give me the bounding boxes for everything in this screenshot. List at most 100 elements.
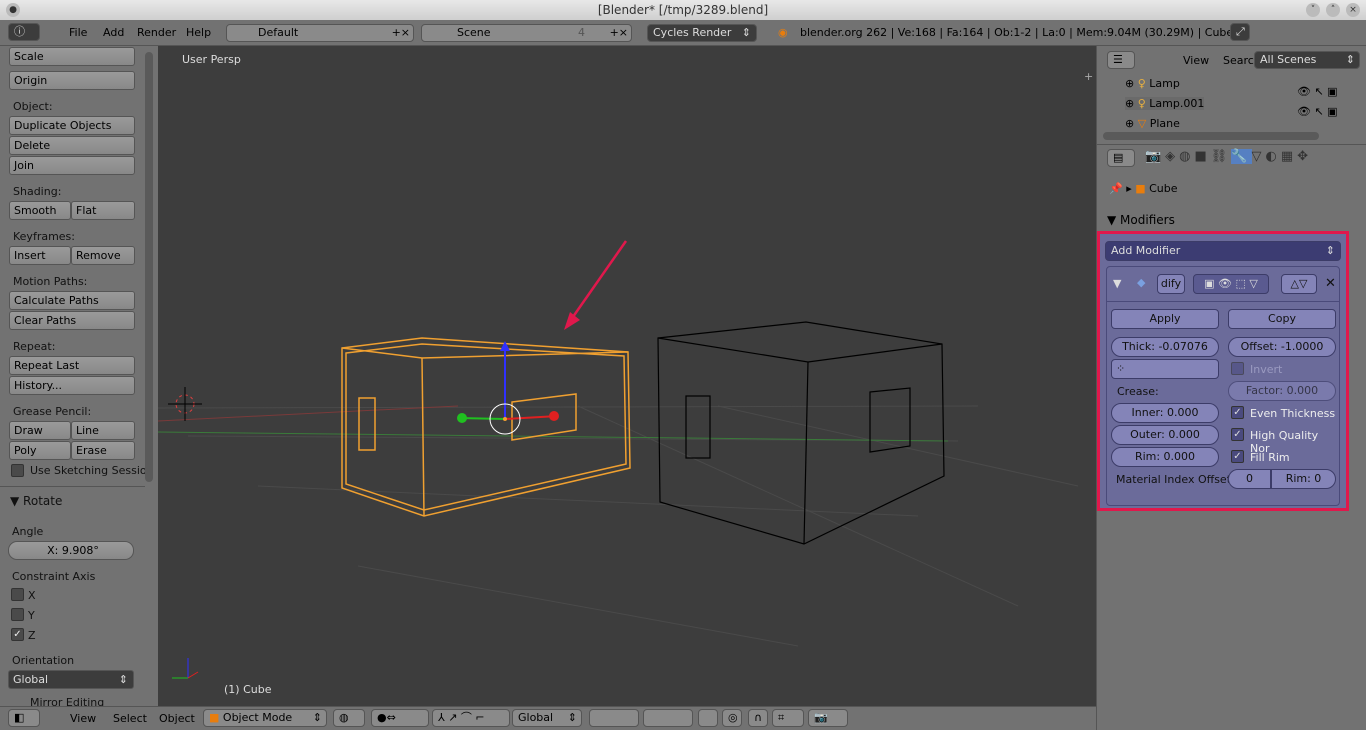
- menu-render[interactable]: Render: [137, 26, 176, 39]
- fill-rim-label: Fill Rim: [1250, 451, 1290, 464]
- app-menu-icon[interactable]: ●: [6, 3, 20, 17]
- outliner-scrollbar[interactable]: [1103, 132, 1319, 140]
- item-label: Lamp.001: [1149, 97, 1205, 110]
- maximize-button[interactable]: ˄: [1326, 3, 1340, 17]
- insert-keyframe-button[interactable]: Insert: [9, 246, 71, 265]
- layers-icon[interactable]: [589, 709, 639, 727]
- minimize-button[interactable]: ˅: [1306, 3, 1320, 17]
- scene-stats: blender.org 262 | Ve:168 | Fa:164 | Ob:1…: [800, 26, 1234, 39]
- flat-button[interactable]: Flat: [71, 201, 135, 220]
- fullscreen-icon[interactable]: ⤢: [1230, 23, 1250, 41]
- axis-x-checkbox[interactable]: [11, 588, 24, 601]
- modifier-name-field[interactable]: dify: [1157, 274, 1185, 294]
- scene-select[interactable]: Scene 4 +×: [421, 24, 632, 42]
- delete-button[interactable]: Delete: [9, 136, 135, 155]
- smooth-button[interactable]: Smooth: [9, 201, 71, 220]
- rim-crease-field[interactable]: Rim: 0.000: [1111, 447, 1219, 467]
- scale-button[interactable]: Scale: [9, 47, 135, 66]
- axis-y-checkbox[interactable]: [11, 608, 24, 621]
- scenes-select[interactable]: All Scenes ⇕: [1254, 51, 1360, 69]
- material-index-offset-label: Material Index Offset: [1116, 473, 1232, 486]
- add-remove-icon[interactable]: +×: [610, 25, 628, 41]
- orientation-value: Global: [518, 711, 554, 724]
- render-icons[interactable]: 📷: [808, 709, 848, 727]
- layout-select[interactable]: Default +×: [226, 24, 414, 42]
- manipulator-icons[interactable]: ⅄ ↗ ⌒ ⌐: [432, 709, 510, 727]
- material-offset-field[interactable]: 0: [1228, 469, 1271, 489]
- vertex-group-field[interactable]: ⁘: [1111, 359, 1219, 379]
- snap-element-icon[interactable]: ⌗: [772, 709, 804, 727]
- close-button[interactable]: ×: [1346, 3, 1360, 17]
- menu-file[interactable]: File: [69, 26, 87, 39]
- shading-label: Shading:: [13, 185, 62, 198]
- history-button[interactable]: History...: [9, 376, 135, 395]
- 3d-viewport[interactable]: User Persp (1) Cube +: [158, 46, 1096, 706]
- inner-crease-field[interactable]: Inner: 0.000: [1111, 403, 1219, 423]
- layers-icon[interactable]: [643, 709, 693, 727]
- copy-button[interactable]: Copy: [1228, 309, 1336, 329]
- menu-view[interactable]: View: [70, 712, 96, 725]
- remove-keyframe-button[interactable]: Remove: [71, 246, 135, 265]
- apply-button[interactable]: Apply: [1111, 309, 1219, 329]
- sketching-checkbox[interactable]: [11, 464, 24, 477]
- factor-field[interactable]: Factor: 0.000: [1228, 381, 1336, 401]
- material-rim-offset-field[interactable]: Rim: 0: [1271, 469, 1336, 489]
- outliner-item-plane[interactable]: ⊕ ▽ Plane: [1125, 117, 1180, 129]
- draw-button[interactable]: Draw: [9, 421, 71, 440]
- render-engine-select[interactable]: Cycles Render ⇕: [647, 24, 757, 42]
- add-remove-icon[interactable]: +×: [392, 25, 410, 41]
- transform-orientation-select[interactable]: Global ⇕: [512, 709, 582, 727]
- erase-button[interactable]: Erase: [71, 441, 135, 460]
- shading-select-icon[interactable]: ◍: [333, 709, 365, 727]
- collapse-icon[interactable]: ▼: [1113, 277, 1121, 290]
- menu-object[interactable]: Object: [159, 712, 195, 725]
- proportional-icon[interactable]: ◎: [722, 709, 742, 727]
- even-thickness-checkbox[interactable]: ✓: [1231, 406, 1244, 419]
- menu-view[interactable]: View: [1183, 54, 1209, 67]
- properties-tabs[interactable]: ▤ 📷◈◍■⛓🔧▽◐▦✥: [1097, 144, 1366, 170]
- editor-type-properties-icon[interactable]: ▤: [1107, 149, 1135, 167]
- editor-type-info-icon[interactable]: ⓘ: [8, 23, 40, 41]
- outliner-item-lamp[interactable]: ⊕ ♀ Lamp: [1125, 77, 1180, 90]
- scene-canvas[interactable]: [158, 46, 1096, 706]
- menu-select[interactable]: Select: [113, 712, 147, 725]
- outer-crease-field[interactable]: Outer: 0.000: [1111, 425, 1219, 445]
- rotate-panel-title[interactable]: ▼ Rotate: [10, 494, 62, 508]
- menu-add[interactable]: Add: [103, 26, 124, 39]
- thickness-field[interactable]: Thick: -0.07076: [1111, 337, 1219, 357]
- mode-select[interactable]: ■ Object Mode ⇕: [203, 709, 327, 727]
- snap-icon[interactable]: ∩: [748, 709, 768, 727]
- editor-type-3d-icon[interactable]: ◧: [8, 709, 40, 727]
- modifiers-panel-header[interactable]: ▼ Modifiers: [1107, 213, 1175, 227]
- visibility-icons[interactable]: 👁 ↖ ▣ 👁 ↖ ▣: [1297, 82, 1338, 122]
- offset-field[interactable]: Offset: -1.0000: [1228, 337, 1336, 357]
- lock-layers-icon[interactable]: [698, 709, 718, 727]
- move-up-down-icons[interactable]: △▽: [1281, 274, 1317, 294]
- context-tab-icons[interactable]: 📷◈◍■⛓🔧▽◐▦✥: [1145, 149, 1312, 164]
- menu-help[interactable]: Help: [186, 26, 211, 39]
- invert-checkbox[interactable]: [1231, 362, 1244, 375]
- line-button[interactable]: Line: [71, 421, 135, 440]
- context-object: Cube: [1149, 182, 1178, 195]
- add-modifier-select[interactable]: Add Modifier ⇕: [1105, 241, 1341, 261]
- fill-rim-checkbox[interactable]: ✓: [1231, 450, 1244, 463]
- remove-modifier-icon[interactable]: ✕: [1325, 276, 1336, 291]
- tool-shelf-scrollbar[interactable]: [145, 52, 153, 482]
- outliner-item-lamp001[interactable]: ⊕ ♀ Lamp.001: [1125, 97, 1205, 110]
- calculate-paths-button[interactable]: Calculate Paths: [9, 291, 135, 310]
- properties-toggle-icon[interactable]: +: [1084, 70, 1093, 83]
- modifier-visibility-icons[interactable]: ▣ 👁 ⬚ ▽: [1193, 274, 1269, 294]
- pivot-select-icon[interactable]: ●⇔: [371, 709, 429, 727]
- repeat-last-button[interactable]: Repeat Last: [9, 356, 135, 375]
- editor-type-outliner-icon[interactable]: ☰: [1107, 51, 1135, 69]
- join-button[interactable]: Join: [9, 156, 135, 175]
- duplicate-objects-button[interactable]: Duplicate Objects: [9, 116, 135, 135]
- pin-icon[interactable]: 📌 ▸ ■ Cube: [1109, 182, 1178, 195]
- high-quality-normals-checkbox[interactable]: ✓: [1231, 428, 1244, 441]
- clear-paths-button[interactable]: Clear Paths: [9, 311, 135, 330]
- angle-field[interactable]: X: 9.908°: [8, 541, 134, 560]
- axis-z-checkbox[interactable]: ✓: [11, 628, 24, 641]
- origin-button[interactable]: Origin: [9, 71, 135, 90]
- poly-button[interactable]: Poly: [9, 441, 71, 460]
- orientation-select[interactable]: Global ⇕: [8, 670, 134, 689]
